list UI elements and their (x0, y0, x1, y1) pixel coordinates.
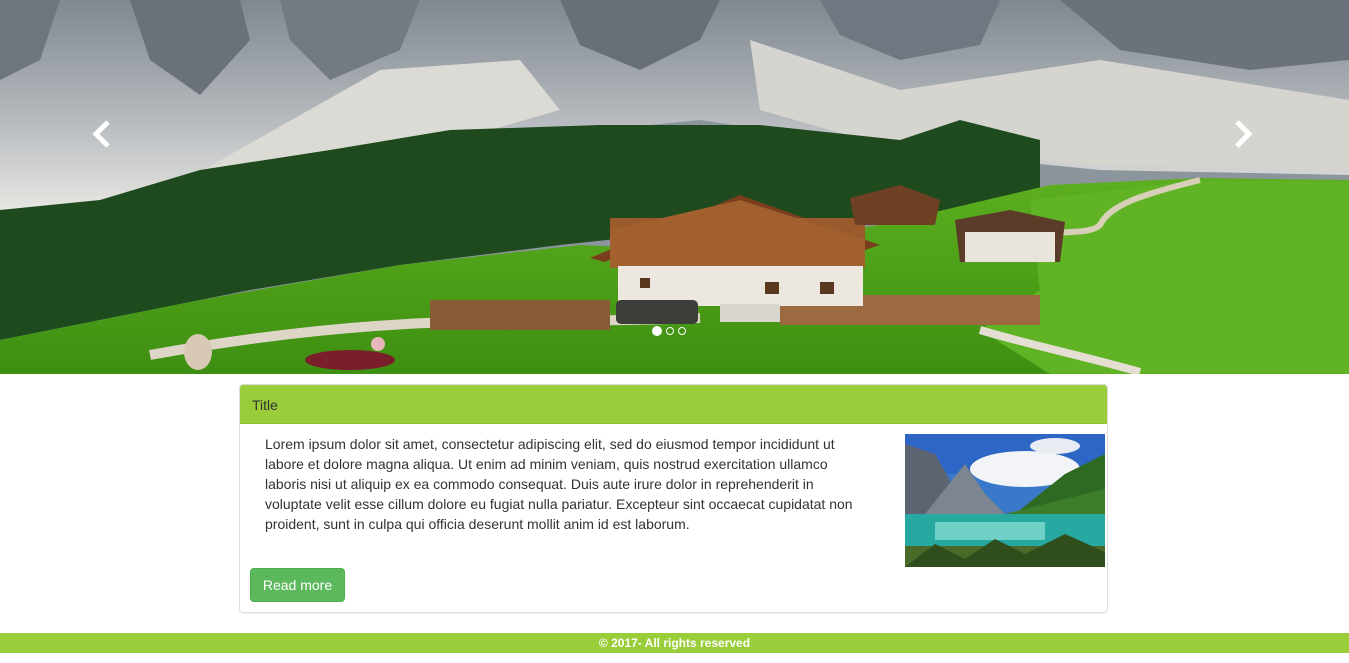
carousel-indicators (652, 326, 686, 336)
footer: © 2017- All rights reserved (0, 633, 1349, 653)
carousel-indicator-3[interactable] (678, 327, 686, 335)
mountain-chalet-meadow-photo (0, 0, 1349, 374)
carousel-next-button[interactable] (1213, 104, 1273, 164)
carousel-indicator-1[interactable] (652, 326, 662, 336)
carousel-indicator-2[interactable] (666, 327, 674, 335)
mountain-lake-photo (905, 434, 1105, 567)
carousel-prev-button[interactable] (72, 104, 132, 164)
footer-copyright: © 2017- All rights reserved (598, 636, 751, 650)
read-more-button[interactable]: Read more (250, 568, 345, 602)
panel-title: Title (240, 385, 1107, 424)
hero-carousel (0, 0, 1349, 374)
chevron-right-icon (1235, 120, 1253, 148)
panel-body: Lorem ipsum dolor sit amet, consectetur … (240, 424, 1107, 612)
content-panel: Title Lorem ipsum dolor sit amet, consec… (239, 384, 1108, 613)
panel-paragraph: Lorem ipsum dolor sit amet, consectetur … (265, 436, 853, 532)
chevron-left-icon (92, 120, 110, 148)
